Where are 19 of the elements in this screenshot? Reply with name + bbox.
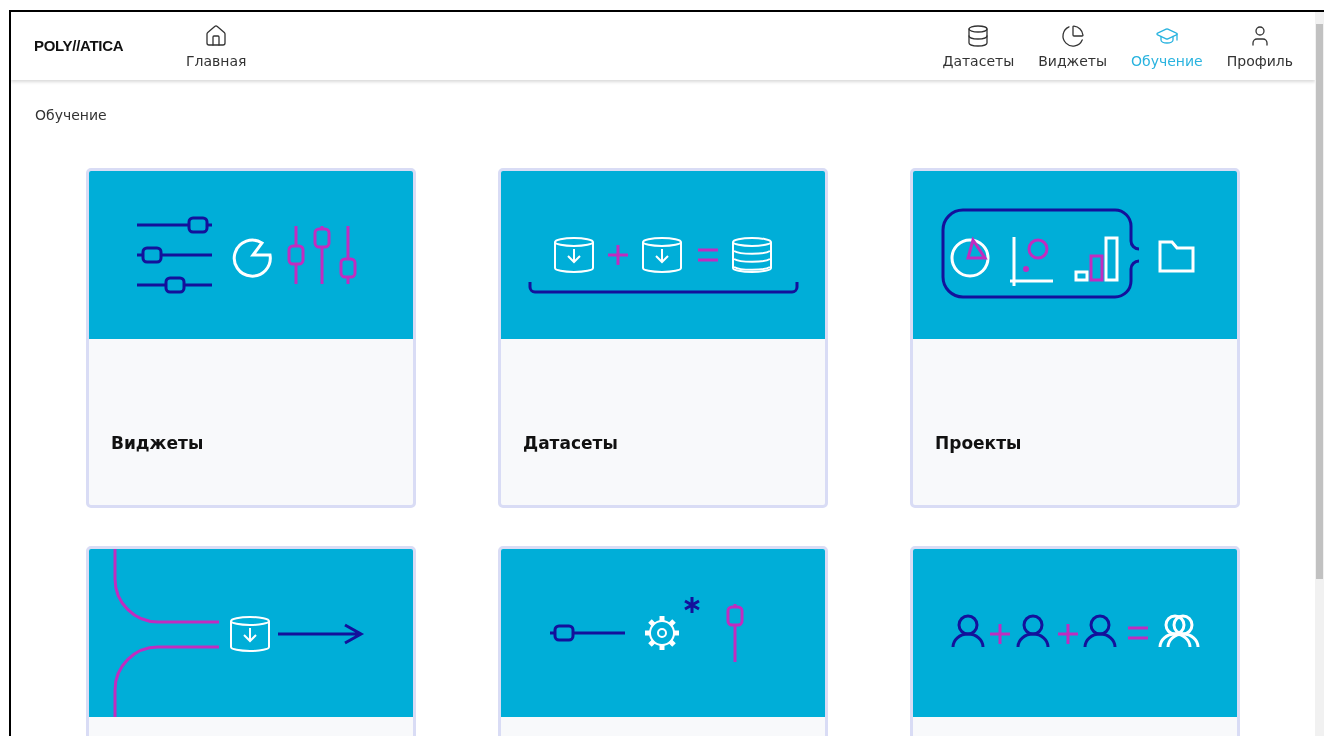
pie-chart-icon xyxy=(1060,24,1085,48)
pie-icon xyxy=(232,238,272,278)
course-card[interactable]: Проекты xyxy=(910,168,1240,508)
scrollbar-thumb[interactable] xyxy=(1316,24,1323,579)
course-card[interactable]: Датасеты xyxy=(498,168,828,508)
nav-item[interactable]: Профиль xyxy=(1214,18,1305,74)
nav-item[interactable]: Главная xyxy=(174,18,259,74)
database-icon xyxy=(966,24,991,48)
page-title: Обучение xyxy=(35,106,108,125)
nav-item[interactable]: Датасеты xyxy=(930,18,1027,74)
card-title: Виджеты xyxy=(111,432,205,455)
scrollbar[interactable] xyxy=(1315,12,1324,736)
logo: POLY//ATICA xyxy=(34,35,125,56)
home-icon xyxy=(204,24,229,48)
nav-item[interactable]: Виджеты xyxy=(1026,18,1120,74)
card-title: Проекты xyxy=(935,432,1023,455)
course-card[interactable]: Виджеты xyxy=(86,168,416,508)
vertical-sliders-drawing xyxy=(287,226,357,284)
card-title: Датасеты xyxy=(523,432,619,455)
